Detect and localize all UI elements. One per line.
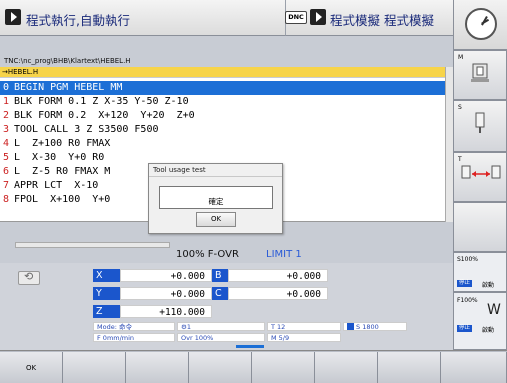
side-key-s[interactable]: S <box>453 100 507 152</box>
tnc-screen: 程式執行,自動執行 程式模擬 程式模擬 DNC TNC:\nc_prog\BHB… <box>0 0 507 383</box>
softkey-2[interactable] <box>63 352 126 383</box>
spindle-override-panel[interactable]: S100% 停止 啟動 <box>453 252 507 292</box>
program-line[interactable]: 1 BLK FORM 0.1 Z X-35 Y-50 Z-10 <box>0 95 445 109</box>
feed-icon: W <box>487 302 501 318</box>
mode-title: 程式執行,自動執行 <box>26 13 130 28</box>
program-scrollbar[interactable] <box>445 67 453 222</box>
axis-x-value: +0.000 <box>120 269 212 282</box>
tool-t: T 12 <box>267 322 341 331</box>
override-status: Ovr 100% <box>177 333 265 342</box>
override-bar: 100% F-OVR LIMIT 1 <box>0 247 453 262</box>
header-program-run[interactable]: 程式執行,自動執行 <box>0 0 285 36</box>
tool-usage-dialog: Tool usage test 確定 OK <box>148 163 283 234</box>
run-mode-icon <box>5 9 21 25</box>
program-line[interactable]: 3 TOOL CALL 3 Z S3500 F500 <box>0 123 445 137</box>
axis-z-label: Z <box>93 305 120 318</box>
axis-y-value: +0.000 <box>120 287 212 300</box>
spindle-tool-icon <box>475 112 485 133</box>
axis-c-value: +0.000 <box>228 287 328 300</box>
tool-number: ⚙1 <box>177 322 265 331</box>
program-file-name: →HEBEL.H <box>0 67 445 77</box>
softkey-bar: OK <box>0 350 507 383</box>
program-line[interactable]: 2 BLK FORM 0.2 X+120 Y+20 Z+0 <box>0 109 445 123</box>
tool-change-icon <box>461 165 501 179</box>
softkey-6[interactable] <box>315 352 378 383</box>
sim-mode-icon <box>310 9 326 25</box>
program-line[interactable]: 0 BEGIN PGM HEBEL MM <box>0 81 445 95</box>
spindle-speed: S 1800 <box>343 322 407 331</box>
softkey-7[interactable] <box>378 352 441 383</box>
refresh-icon[interactable] <box>18 270 40 285</box>
sim-title: 程式模擬 程式模擬 <box>330 13 434 28</box>
clock-icon <box>465 8 497 40</box>
softkey-row-indicator <box>236 345 264 348</box>
side-key-t[interactable]: T <box>453 152 507 202</box>
softkey-8[interactable] <box>441 352 507 383</box>
axis-b-label: B <box>212 269 228 282</box>
softkey-3[interactable] <box>126 352 189 383</box>
softkey-ok[interactable]: OK <box>0 352 63 383</box>
feed-rate: F 0mm/min <box>93 333 175 342</box>
dialog-message: 確定 <box>159 186 273 209</box>
dialog-ok-button[interactable]: OK <box>196 212 236 227</box>
program-path: TNC:\nc_prog\BHB\Klartext\HEBEL.H <box>4 57 131 65</box>
status-panel: X +0.000 B +0.000 Y +0.000 C +0.000 Z +1… <box>0 263 453 358</box>
m-function-icon <box>471 63 489 82</box>
axis-c-label: C <box>212 287 228 300</box>
softkey-5[interactable] <box>252 352 315 383</box>
mode-status: Mode: 命令 <box>93 322 175 331</box>
feed-override: 100% F-OVR <box>176 249 239 260</box>
dnc-badge: DNC <box>285 11 307 24</box>
softkey-4[interactable] <box>189 352 252 383</box>
program-line[interactable]: 4L Z+100 R0 FMAX <box>0 137 445 151</box>
axis-z-value: +110.000 <box>120 305 212 318</box>
side-key-m[interactable]: M <box>453 50 507 100</box>
clock-panel[interactable] <box>453 0 507 50</box>
side-key-blank[interactable] <box>453 202 507 252</box>
spindle-icon <box>347 323 354 330</box>
header-simulation[interactable]: 程式模擬 程式模擬 <box>285 0 453 36</box>
m-functions: M 5/9 <box>267 333 341 342</box>
limit-indicator: LIMIT 1 <box>266 249 302 260</box>
feed-override-panel[interactable]: F100% W 停止 啟動 <box>453 292 507 350</box>
dialog-title: Tool usage test <box>149 164 282 177</box>
axis-y-label: Y <box>93 287 120 300</box>
axis-b-value: +0.000 <box>228 269 328 282</box>
